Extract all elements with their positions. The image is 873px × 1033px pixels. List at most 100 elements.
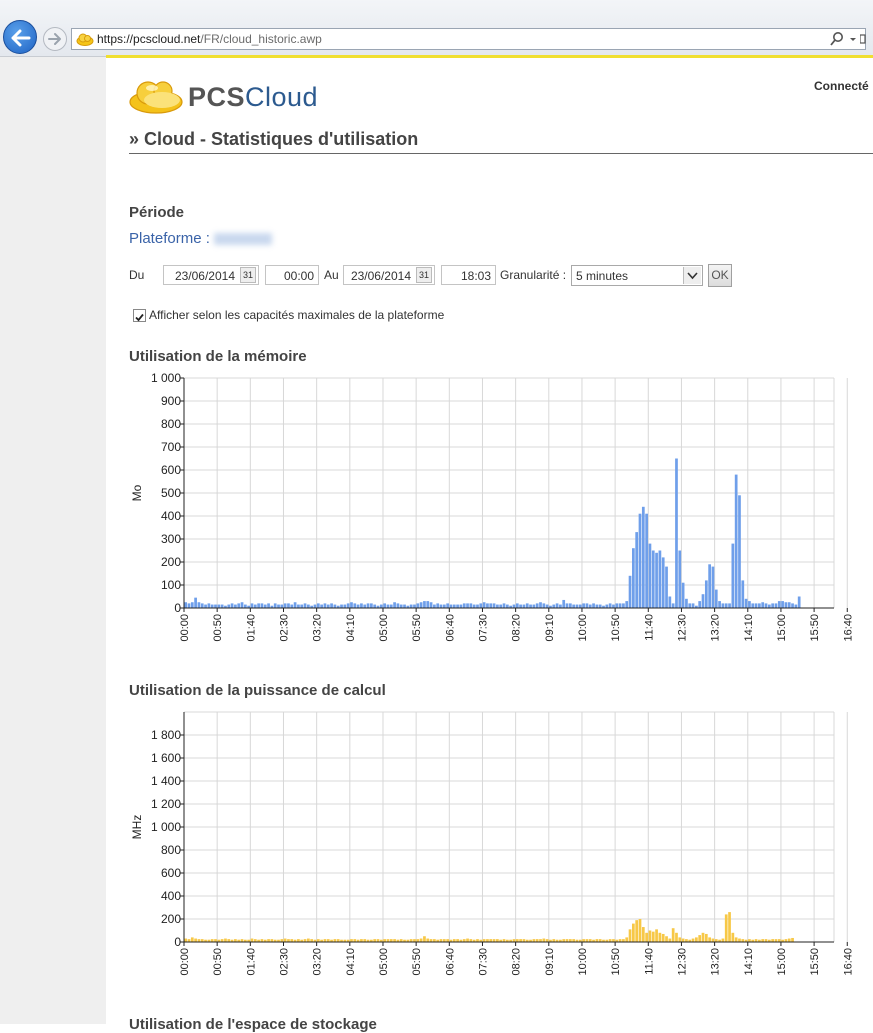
chevron-down-icon	[687, 272, 698, 280]
bar	[648, 930, 652, 942]
bar	[320, 604, 323, 608]
bar	[622, 603, 625, 608]
bar	[771, 603, 775, 608]
bar	[243, 604, 247, 608]
brand-logo-text[interactable]: PCSCloud	[188, 82, 318, 113]
select-arrow[interactable]	[683, 267, 701, 284]
bar	[738, 495, 741, 608]
x-tick-label: 05:50	[411, 614, 423, 642]
bar	[764, 603, 768, 608]
to-time-input[interactable]: 18:03	[441, 265, 496, 285]
bar	[204, 604, 207, 608]
x-tick-label: 10:00	[577, 948, 589, 976]
bar	[234, 604, 237, 608]
bar	[522, 604, 526, 608]
bar	[486, 603, 489, 608]
x-tick-label: 12:30	[676, 614, 688, 642]
y-tick-label: 100	[161, 578, 181, 592]
x-tick-label: 10:00	[577, 614, 589, 642]
bar	[632, 923, 635, 942]
url-text: https://pcscloud.net/FR/cloud_historic.a…	[97, 32, 322, 46]
y-tick-label: 0	[174, 935, 181, 949]
bar	[489, 603, 493, 608]
bar	[668, 596, 672, 608]
bar	[323, 603, 327, 608]
chevron-down-icon[interactable]	[848, 31, 858, 47]
bar	[578, 604, 582, 608]
bar	[751, 603, 755, 608]
bar	[253, 604, 257, 608]
y-tick-label: 800	[161, 843, 181, 857]
bar	[515, 603, 519, 608]
bar	[217, 604, 221, 608]
from-calendar-icon[interactable]: 31	[240, 267, 256, 283]
bar	[648, 543, 652, 608]
x-tick-label: 00:50	[212, 948, 224, 976]
x-tick-label: 00:00	[179, 614, 191, 642]
bar	[426, 938, 430, 942]
back-button[interactable]	[3, 20, 37, 54]
bar	[303, 603, 307, 608]
bar	[797, 596, 801, 608]
bar	[734, 937, 738, 942]
bar	[535, 603, 539, 608]
x-tick-label: 05:00	[378, 948, 390, 976]
bar	[794, 604, 798, 608]
bar	[426, 601, 430, 608]
bar	[738, 938, 741, 942]
bar	[651, 550, 655, 608]
bar	[721, 603, 725, 608]
x-tick-label: 03:20	[312, 614, 324, 642]
y-axis-label: Mo	[130, 484, 144, 501]
bar	[194, 597, 197, 608]
y-tick-label: 300	[161, 532, 181, 546]
granularity-select[interactable]: 5 minutes	[571, 265, 703, 286]
from-time-input[interactable]: 00:00	[265, 265, 319, 285]
bar	[466, 938, 469, 942]
address-bar[interactable]: https://pcscloud.net/FR/cloud_historic.a…	[71, 28, 866, 50]
bar	[744, 598, 748, 608]
bar	[333, 604, 337, 608]
bar	[184, 938, 188, 942]
y-tick-label: 1 600	[151, 751, 181, 765]
capacity-checkbox[interactable]	[133, 309, 146, 322]
bar	[685, 598, 688, 608]
x-tick-label: 02:30	[278, 948, 290, 976]
bar	[525, 603, 529, 608]
bar	[555, 603, 559, 608]
bar	[704, 933, 708, 942]
bar	[297, 604, 300, 608]
bar	[224, 938, 227, 942]
ok-button[interactable]: OK	[708, 264, 732, 287]
bar	[728, 912, 731, 942]
y-tick-label: 800	[161, 417, 181, 431]
bar	[711, 938, 715, 942]
bar	[442, 604, 446, 608]
bar	[675, 458, 678, 608]
x-tick-label: 15:50	[809, 614, 821, 642]
to-calendar-day: 31	[418, 270, 429, 280]
bar	[287, 603, 290, 608]
bar	[612, 604, 615, 608]
bar	[399, 604, 403, 608]
bar	[220, 604, 224, 608]
x-tick-label: 00:00	[179, 948, 191, 976]
bar	[476, 604, 479, 608]
x-tick-label: 01:40	[245, 948, 257, 976]
browser-toolbar: https://pcscloud.net/FR/cloud_historic.a…	[0, 0, 873, 57]
to-label: Au	[324, 268, 339, 282]
bar	[263, 604, 267, 608]
bar	[340, 604, 343, 608]
to-calendar-icon[interactable]: 31	[416, 267, 432, 283]
bar	[675, 932, 678, 942]
bar	[655, 552, 658, 608]
bar	[409, 604, 413, 608]
bar	[641, 927, 645, 942]
bar	[343, 604, 347, 608]
refresh-icon[interactable]	[860, 31, 866, 47]
forward-button[interactable]	[43, 27, 67, 51]
pcscloud-favicon-icon	[76, 33, 94, 46]
search-icon[interactable]	[830, 31, 844, 47]
bar	[582, 603, 585, 608]
bar	[681, 938, 685, 942]
